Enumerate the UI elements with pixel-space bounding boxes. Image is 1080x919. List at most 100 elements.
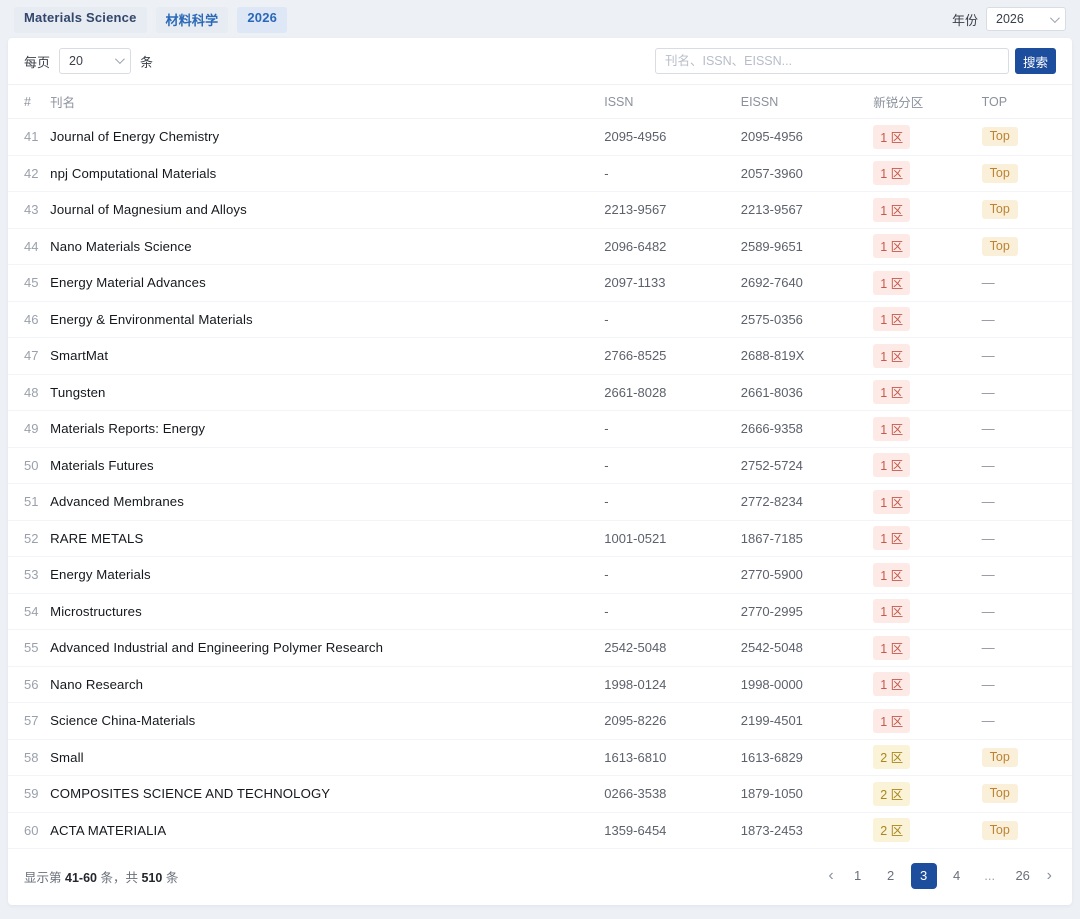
category-tags: Materials Science 材料科学 2026 bbox=[14, 7, 287, 33]
row-index: 43 bbox=[8, 192, 50, 229]
issn-value: 2213-9567 bbox=[604, 192, 741, 229]
top-empty: — bbox=[982, 458, 995, 473]
journal-name: COMPOSITES SCIENCE AND TECHNOLOGY bbox=[50, 776, 604, 813]
partition-cell: 1 区 bbox=[873, 228, 981, 265]
journal-name: Energy Material Advances bbox=[50, 265, 604, 302]
partition-badge: 1 区 bbox=[873, 599, 910, 623]
partition-badge: 1 区 bbox=[873, 453, 910, 477]
next-page-button[interactable]: › bbox=[1043, 864, 1056, 888]
row-index: 44 bbox=[8, 228, 50, 265]
top-cell: — bbox=[982, 374, 1072, 411]
category-tag-year: 2026 bbox=[237, 7, 287, 33]
eissn-value: 2575-0356 bbox=[741, 301, 873, 338]
table-row: 54 Microstructures - 2770-2995 1 区 — bbox=[8, 593, 1072, 630]
per-page-prefix: 每页 bbox=[24, 52, 50, 71]
partition-badge: 1 区 bbox=[873, 417, 910, 441]
journal-name: Energy & Environmental Materials bbox=[50, 301, 604, 338]
table-footer: 显示第 41-60 条，共 510 条 ‹1234...26› bbox=[8, 849, 1072, 909]
partition-badge: 1 区 bbox=[873, 526, 910, 550]
topbar: Materials Science 材料科学 2026 年份 2026 bbox=[0, 0, 1080, 36]
row-index: 46 bbox=[8, 301, 50, 338]
partition-badge: 1 区 bbox=[873, 709, 910, 733]
top-empty: — bbox=[982, 677, 995, 692]
search-zone: 搜索 bbox=[655, 48, 1056, 74]
top-cell: Top bbox=[982, 228, 1072, 265]
search-input[interactable] bbox=[655, 48, 1009, 74]
per-page-select[interactable]: 20 bbox=[59, 48, 131, 74]
row-index: 50 bbox=[8, 447, 50, 484]
results-total: 510 bbox=[141, 871, 162, 885]
row-index: 47 bbox=[8, 338, 50, 375]
issn-value: 2766-8525 bbox=[604, 338, 741, 375]
table-row: 52 RARE METALS 1001-0521 1867-7185 1 区 — bbox=[8, 520, 1072, 557]
eissn-value: 1867-7185 bbox=[741, 520, 873, 557]
chevron-down-icon bbox=[115, 54, 125, 64]
row-index: 58 bbox=[8, 739, 50, 776]
top-empty: — bbox=[982, 312, 995, 327]
col-eissn: EISSN bbox=[741, 85, 873, 119]
page-button-26[interactable]: 26 bbox=[1010, 863, 1036, 889]
top-badge: Top bbox=[982, 748, 1018, 767]
year-filter: 年份 2026 bbox=[952, 7, 1066, 31]
page-button-4[interactable]: 4 bbox=[944, 863, 970, 889]
col-partition: 新锐分区 bbox=[873, 85, 981, 119]
chevron-down-icon bbox=[1050, 13, 1060, 23]
eissn-value: 2770-2995 bbox=[741, 593, 873, 630]
issn-value: 2542-5048 bbox=[604, 630, 741, 667]
partition-cell: 1 区 bbox=[873, 301, 981, 338]
journal-name: Journal of Energy Chemistry bbox=[50, 119, 604, 156]
year-select[interactable]: 2026 bbox=[986, 7, 1066, 31]
eissn-value: 1613-6829 bbox=[741, 739, 873, 776]
partition-badge: 1 区 bbox=[873, 490, 910, 514]
prev-page-button[interactable]: ‹ bbox=[824, 864, 837, 888]
issn-value: - bbox=[604, 484, 741, 521]
issn-value: 2097-1133 bbox=[604, 265, 741, 302]
journal-name: Journal of Magnesium and Alloys bbox=[50, 192, 604, 229]
top-empty: — bbox=[982, 567, 995, 582]
col-top: TOP bbox=[982, 85, 1072, 119]
issn-value: 2661-8028 bbox=[604, 374, 741, 411]
eissn-value: 2589-9651 bbox=[741, 228, 873, 265]
table-row: 58 Small 1613-6810 1613-6829 2 区 Top bbox=[8, 739, 1072, 776]
col-journal-name: 刊名 bbox=[50, 85, 604, 119]
top-badge: Top bbox=[982, 127, 1018, 146]
row-index: 45 bbox=[8, 265, 50, 302]
top-empty: — bbox=[982, 275, 995, 290]
page-button-2[interactable]: 2 bbox=[878, 863, 904, 889]
search-button[interactable]: 搜索 bbox=[1015, 48, 1056, 74]
partition-cell: 2 区 bbox=[873, 776, 981, 813]
eissn-value: 1873-2453 bbox=[741, 812, 873, 849]
eissn-value: 2095-4956 bbox=[741, 119, 873, 156]
partition-badge: 2 区 bbox=[873, 818, 910, 842]
page-button-3[interactable]: 3 bbox=[911, 863, 937, 889]
top-cell: Top bbox=[982, 776, 1072, 813]
journal-table-card: 每页 20 条 搜索 # 刊名 ISSN EISSN 新锐分区 TOP bbox=[8, 38, 1072, 905]
table-row: 50 Materials Futures - 2752-5724 1 区 — bbox=[8, 447, 1072, 484]
per-page-suffix: 条 bbox=[140, 52, 153, 71]
partition-cell: 1 区 bbox=[873, 630, 981, 667]
partition-badge: 1 区 bbox=[873, 563, 910, 587]
eissn-value: 2199-4501 bbox=[741, 703, 873, 740]
top-cell: Top bbox=[982, 155, 1072, 192]
top-cell: — bbox=[982, 593, 1072, 630]
row-index: 60 bbox=[8, 812, 50, 849]
row-index: 49 bbox=[8, 411, 50, 448]
partition-badge: 1 区 bbox=[873, 344, 910, 368]
row-index: 42 bbox=[8, 155, 50, 192]
journal-name: Microstructures bbox=[50, 593, 604, 630]
page-button-1[interactable]: 1 bbox=[845, 863, 871, 889]
table-row: 57 Science China-Materials 2095-8226 219… bbox=[8, 703, 1072, 740]
top-cell: Top bbox=[982, 812, 1072, 849]
partition-cell: 1 区 bbox=[873, 374, 981, 411]
table-header: # 刊名 ISSN EISSN 新锐分区 TOP bbox=[8, 85, 1072, 119]
table-row: 47 SmartMat 2766-8525 2688-819X 1 区 — bbox=[8, 338, 1072, 375]
table-row: 42 npj Computational Materials - 2057-39… bbox=[8, 155, 1072, 192]
partition-cell: 1 区 bbox=[873, 155, 981, 192]
partition-badge: 1 区 bbox=[873, 636, 910, 660]
top-cell: — bbox=[982, 484, 1072, 521]
journal-name: Advanced Industrial and Engineering Poly… bbox=[50, 630, 604, 667]
category-tag-cn: 材料科学 bbox=[156, 7, 229, 33]
partition-badge: 2 区 bbox=[873, 782, 910, 806]
partition-cell: 1 区 bbox=[873, 593, 981, 630]
row-index: 59 bbox=[8, 776, 50, 813]
